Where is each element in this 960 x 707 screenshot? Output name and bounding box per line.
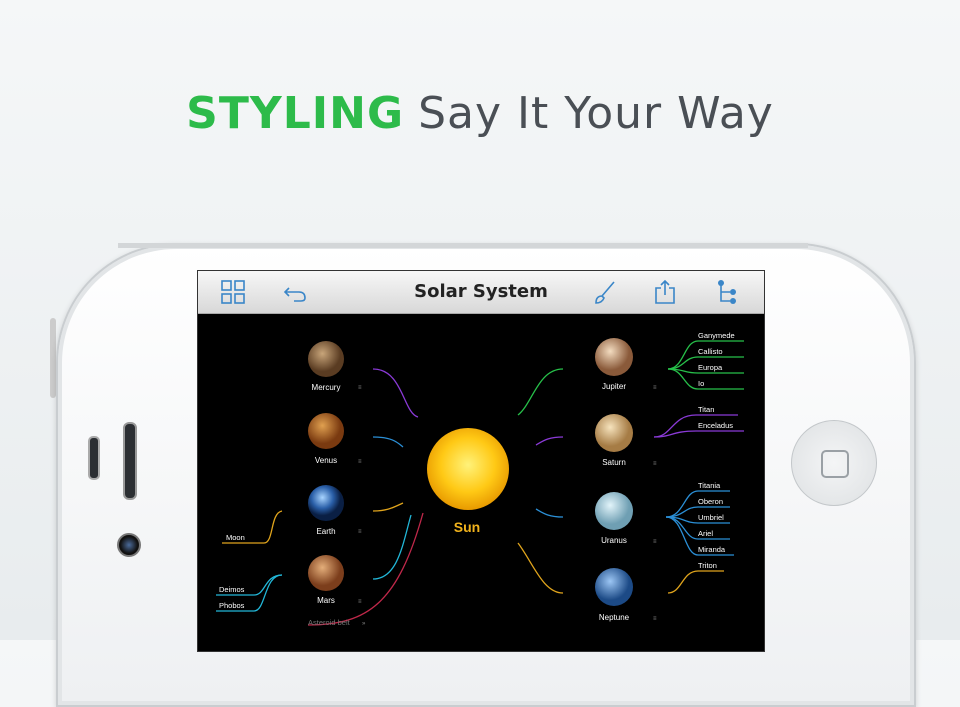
headline: STYLING Say It Your Way [0, 88, 960, 139]
moon-label[interactable]: Titan [698, 405, 714, 414]
jupiter-image[interactable] [595, 338, 633, 376]
home-square-icon [821, 450, 849, 478]
collapse-marker[interactable]: » [362, 621, 366, 627]
front-camera [117, 533, 141, 557]
connector-earth [372, 502, 404, 512]
grid-icon[interactable] [220, 279, 246, 305]
toolbar: Solar System [198, 271, 764, 314]
moon-label[interactable]: Deimos [219, 585, 245, 594]
jupiter-label[interactable]: Jupiter [602, 382, 626, 391]
phone-bevel [118, 243, 808, 248]
asteroid-belt-label[interactable]: Asteroid belt [308, 618, 351, 627]
moon-label[interactable]: Oberon [698, 497, 723, 506]
moon-label[interactable]: Enceladus [698, 421, 733, 430]
collapse-marker[interactable]: ≡ [653, 539, 657, 545]
uranus-label[interactable]: Uranus [601, 536, 627, 545]
mars-image[interactable] [308, 555, 344, 591]
mercury-label[interactable]: Mercury [312, 383, 341, 392]
saturn-image[interactable] [595, 414, 633, 452]
collapse-marker[interactable]: ≡ [358, 599, 362, 605]
uranus-image[interactable] [595, 492, 633, 530]
moon-label[interactable]: Io [698, 379, 704, 388]
moon-label[interactable]: Phobos [219, 601, 245, 610]
venus-image[interactable] [308, 413, 344, 449]
moon-label[interactable]: Europa [698, 363, 723, 372]
app-screen: Solar System Sun Mercury Venus Earth Mar… [197, 270, 765, 652]
moon-label[interactable]: Miranda [698, 545, 726, 554]
collapse-marker[interactable]: ≡ [358, 385, 362, 391]
connector-jupiter [517, 368, 564, 416]
connector-mars [372, 514, 412, 580]
collapse-marker[interactable]: ≡ [653, 461, 657, 467]
moon-label[interactable]: Umbriel [698, 513, 724, 522]
collapse-marker[interactable]: ≡ [653, 385, 657, 391]
sun-label[interactable]: Sun [454, 519, 480, 535]
earth-image[interactable] [308, 485, 344, 521]
sun-image[interactable] [427, 428, 509, 510]
neptune-label[interactable]: Neptune [599, 613, 630, 622]
headline-tagline: Say It Your Way [418, 88, 774, 139]
neptune-image[interactable] [595, 568, 633, 606]
home-button[interactable] [791, 420, 877, 506]
venus-label[interactable]: Venus [315, 456, 337, 465]
collapse-marker[interactable]: ≡ [358, 459, 362, 465]
moon-label[interactable]: Callisto [698, 347, 723, 356]
moon-label[interactable]: Ariel [698, 529, 713, 538]
share-icon[interactable] [652, 279, 678, 305]
tree-icon[interactable] [714, 279, 740, 305]
collapse-marker[interactable]: ≡ [358, 529, 362, 535]
connector-uranus [535, 508, 564, 518]
mars-label[interactable]: Mars [317, 596, 335, 605]
connector-neptune [517, 542, 564, 594]
moon-label[interactable]: Moon [226, 533, 245, 542]
mindmap-canvas: Sun Mercury Venus Earth Mars Jupiter Sat… [216, 331, 744, 627]
speaker-grille [123, 422, 137, 500]
connector-venus [372, 436, 404, 448]
mercury-image[interactable] [308, 341, 344, 377]
undo-icon[interactable] [282, 279, 308, 305]
moon-label[interactable]: Ganymede [698, 331, 735, 340]
brush-icon[interactable] [592, 279, 618, 305]
earth-label[interactable]: Earth [316, 527, 335, 536]
connector-saturn [535, 436, 564, 446]
moon-label[interactable]: Titania [698, 481, 721, 490]
collapse-marker[interactable]: ≡ [653, 616, 657, 622]
saturn-label[interactable]: Saturn [602, 458, 626, 467]
connector-mercury [372, 368, 419, 418]
sensor-slot [88, 436, 100, 480]
headline-keyword: STYLING [186, 88, 405, 139]
moon-label[interactable]: Triton [698, 561, 717, 570]
